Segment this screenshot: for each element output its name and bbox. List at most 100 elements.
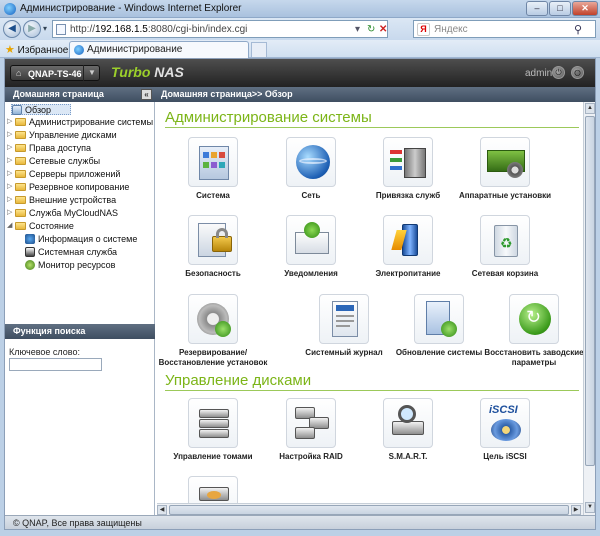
tile-firmware-update[interactable]: Обновление системы xyxy=(384,294,494,358)
back-button[interactable]: ◀ xyxy=(3,20,21,38)
folder-icon xyxy=(15,131,26,139)
tile-raid[interactable]: Настройка RAID xyxy=(256,398,366,462)
expand-icon[interactable]: ▷ xyxy=(7,156,15,164)
favorites-bar: ★ Избранное Администрирование xyxy=(0,40,600,58)
folder-icon xyxy=(15,157,26,165)
close-button[interactable]: ✕ xyxy=(572,1,598,16)
history-dropdown-icon[interactable]: ▾ xyxy=(43,24,47,33)
device-selector[interactable]: ⌂ QNAP-TS-46 ▼ xyxy=(10,65,100,81)
vertical-scrollbar[interactable]: ▲ ▼ xyxy=(583,102,595,515)
tree-item-label: Системная служба xyxy=(38,247,118,257)
search-field[interactable]: Я Яндекс ⚲ xyxy=(413,20,596,38)
tile-label: Восстановить заводские параметры xyxy=(484,348,583,367)
collapse-panel-button[interactable]: « xyxy=(141,89,152,100)
new-tab-button[interactable] xyxy=(251,42,267,57)
tree-item-label: Состояние xyxy=(29,221,74,231)
sidebar-title: Домашняя страница xyxy=(13,89,104,99)
hscroll-thumb[interactable] xyxy=(169,505,569,515)
section-title-admin: Администрирование системы xyxy=(165,109,372,126)
tree-item-system-info[interactable]: Информация о системе xyxy=(25,234,137,245)
tile-recycle-bin[interactable]: ♻ Сетевая корзина xyxy=(450,215,560,279)
tile-service-binding[interactable]: Привязка служб xyxy=(353,137,463,201)
tile-system-log[interactable]: Системный журнал xyxy=(289,294,399,358)
tree-item-backup[interactable]: ▷ Резервное копирование xyxy=(7,182,129,193)
tree-item-app-servers[interactable]: ▷ Серверы приложений xyxy=(7,169,120,180)
expand-icon[interactable]: ▷ xyxy=(7,182,15,190)
tile-hardware[interactable]: Аппаратные установки xyxy=(450,137,560,201)
tile-factory-reset[interactable]: ↻ Восстановить заводские параметры xyxy=(479,294,583,368)
notification-mail-icon xyxy=(286,215,336,265)
navigation-tree: Обзор ▷ Администрирование системы ▷ Управл… xyxy=(5,102,155,324)
tile-security[interactable]: Безопасность xyxy=(158,215,268,279)
collapse-icon[interactable]: ◢ xyxy=(7,221,15,229)
section-divider xyxy=(165,390,579,391)
logout-icon[interactable]: ⏻ xyxy=(552,66,565,79)
expand-icon[interactable]: ▷ xyxy=(7,130,15,138)
scroll-thumb[interactable] xyxy=(585,116,595,466)
tree-item-status[interactable]: ◢ Состояние xyxy=(7,221,74,232)
expand-icon[interactable]: ▷ xyxy=(7,208,15,216)
page-viewport: ⌂ QNAP-TS-46 ▼ Turbo NAS admin ⏻ ◍ Домаш… xyxy=(4,58,596,530)
tree-item-system-admin[interactable]: ▷ Администрирование системы xyxy=(7,117,153,128)
url-text[interactable]: http://192.168.1.5:8080/cgi-bin/index.cg… xyxy=(70,24,247,35)
scroll-right-icon[interactable]: ▶ xyxy=(571,505,581,515)
sidebar-header: Домашняя страница « xyxy=(5,87,155,102)
tree-item-label: Резервное копирование xyxy=(29,182,130,192)
breadcrumb-text: Домашняя страница>> Обзор xyxy=(161,89,293,99)
tile-power[interactable]: Электропитание xyxy=(353,215,463,279)
tile-label: Система xyxy=(196,191,230,200)
url-dropdown-icon[interactable]: ▾ xyxy=(355,24,360,35)
current-user[interactable]: admin xyxy=(525,68,552,79)
system-info-icon xyxy=(25,234,35,244)
tile-network[interactable]: Сеть xyxy=(256,137,366,201)
tree-item-resource-monitor[interactable]: Монитор ресурсов xyxy=(25,260,115,271)
smart-magnifier-icon xyxy=(383,398,433,448)
browser-tab[interactable]: Администрирование xyxy=(69,41,249,58)
tile-label: Сетевая корзина xyxy=(471,269,539,278)
tree-item-disk-management[interactable]: ▷ Управление дисками xyxy=(7,130,117,141)
tile-label: Уведомления xyxy=(284,269,338,278)
url-field[interactable]: http://192.168.1.5:8080/cgi-bin/index.cg… xyxy=(52,20,388,38)
keyword-label: Ключевое слово: xyxy=(9,347,80,357)
folder-open-icon xyxy=(15,222,26,230)
search-icon[interactable]: ⚲ xyxy=(574,23,582,36)
tree-item-overview[interactable]: Обзор xyxy=(11,104,71,115)
tree-item-mycloudnas[interactable]: ▷ Служба MyCloudNAS xyxy=(7,208,118,219)
forward-button[interactable]: ▶ xyxy=(23,20,41,38)
tree-item-network-services[interactable]: ▷ Сетевые службы xyxy=(7,156,100,167)
raid-icon xyxy=(286,398,336,448)
expand-icon[interactable]: ▷ xyxy=(7,195,15,203)
horizontal-scrollbar[interactable]: ◀ ▶ xyxy=(157,503,583,515)
tile-backup-restore[interactable]: Резервирование/Восстановление установок xyxy=(158,294,268,368)
qnap-header: ⌂ QNAP-TS-46 ▼ Turbo NAS admin ⏻ ◍ xyxy=(5,59,595,87)
tile-notifications[interactable]: Уведомления xyxy=(256,215,366,279)
favorites-button[interactable]: ★ Избранное xyxy=(5,43,68,56)
security-lock-icon xyxy=(188,215,238,265)
tile-smart[interactable]: S.M.A.R.T. xyxy=(353,398,463,462)
keyword-input[interactable] xyxy=(9,358,102,371)
tree-item-label: Администрирование системы xyxy=(29,117,154,127)
tree-item-access-rights[interactable]: ▷ Права доступа xyxy=(7,143,91,154)
tile-label: Резервирование/Восстановление установок xyxy=(158,348,268,367)
tree-item-external-devices[interactable]: ▷ Внешние устройства xyxy=(7,195,116,206)
expand-icon[interactable]: ▷ xyxy=(7,117,15,125)
tile-volume-management[interactable]: Управление томами xyxy=(158,398,268,462)
scroll-left-icon[interactable]: ◀ xyxy=(157,505,167,515)
search-panel-title: Функция поиска xyxy=(13,326,86,336)
maximize-button[interactable]: □ xyxy=(549,1,571,16)
breadcrumb: Домашняя страница>> Обзор xyxy=(155,87,595,102)
refresh-icon[interactable]: ↻ xyxy=(367,24,375,35)
scroll-down-icon[interactable]: ▼ xyxy=(585,502,595,513)
expand-icon[interactable]: ▷ xyxy=(7,169,15,177)
tile-label: Аппаратные установки xyxy=(458,191,552,200)
stop-icon[interactable]: ✕ xyxy=(379,24,387,35)
expand-icon[interactable]: ▷ xyxy=(7,143,15,151)
minimize-button[interactable]: – xyxy=(526,1,548,16)
language-globe-icon[interactable]: ◍ xyxy=(571,66,584,79)
chevron-down-icon[interactable]: ▼ xyxy=(83,65,100,81)
scroll-up-icon[interactable]: ▲ xyxy=(585,103,595,114)
tile-iscsi[interactable]: iSCSI Цель iSCSI xyxy=(450,398,560,462)
ie-logo-icon xyxy=(4,3,16,15)
tree-item-system-service[interactable]: Системная служба xyxy=(25,247,117,258)
tile-system[interactable]: Система xyxy=(158,137,268,201)
